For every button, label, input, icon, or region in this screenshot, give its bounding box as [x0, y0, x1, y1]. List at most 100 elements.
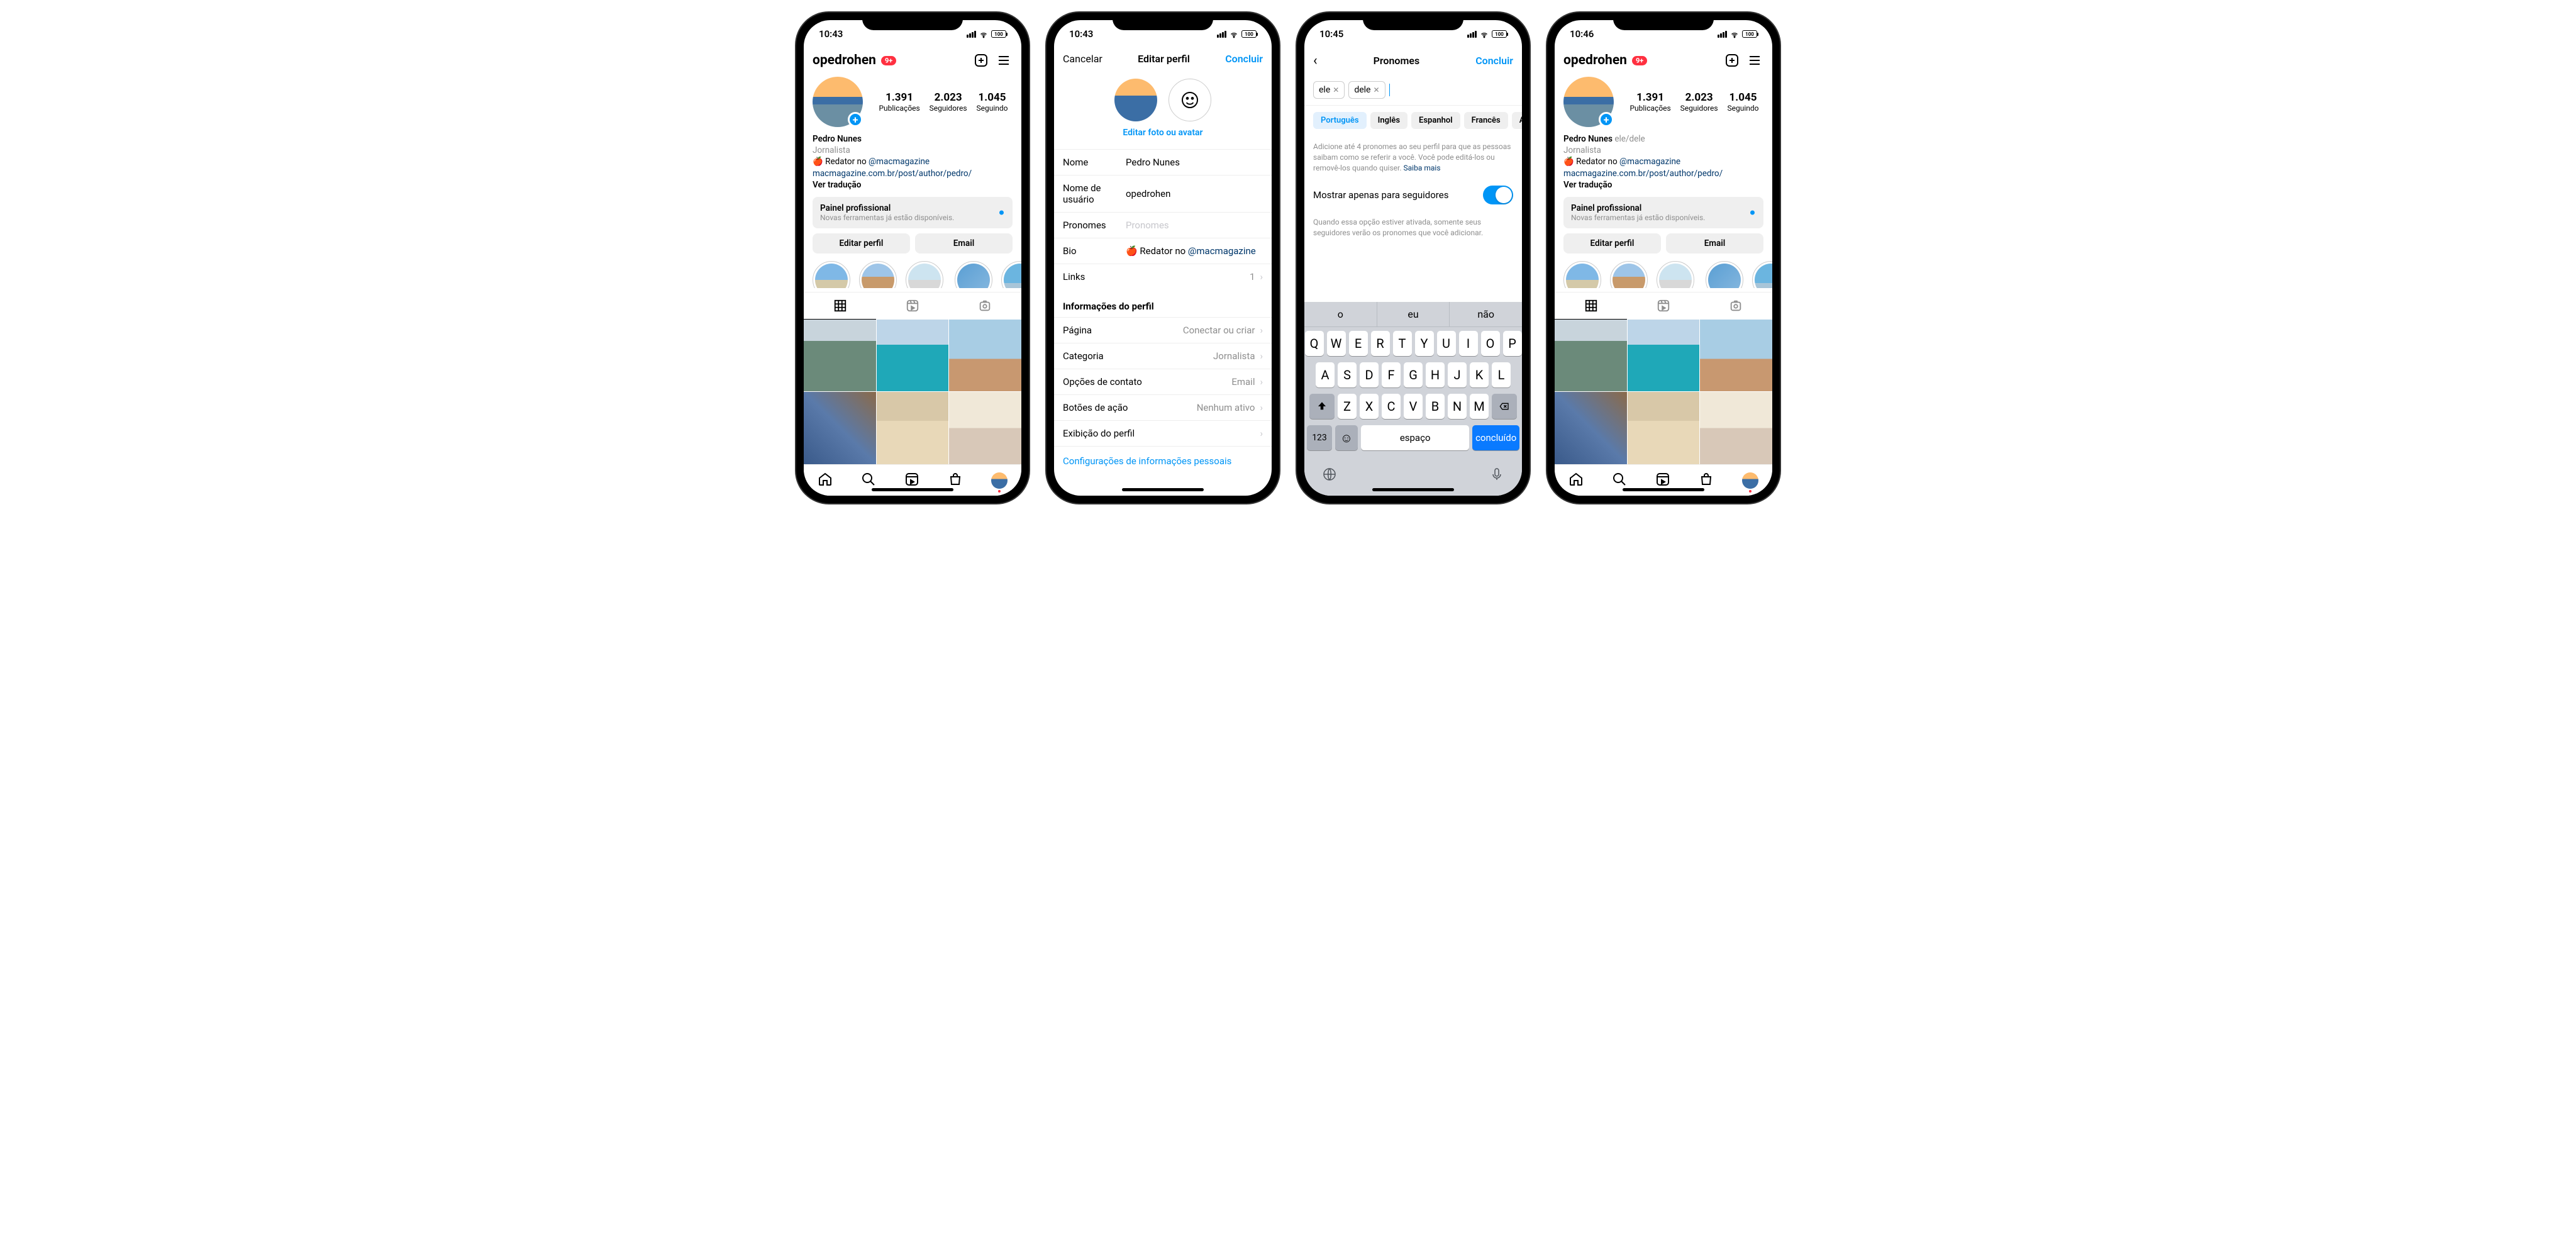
professional-panel[interactable]: Painel profissional Novas ferramentas já…: [1563, 197, 1763, 228]
home-icon[interactable]: [1568, 472, 1584, 489]
post-thumbnail[interactable]: [1628, 320, 1700, 392]
bio-mention[interactable]: @macmagazine: [1619, 157, 1680, 167]
language-chip[interactable]: Inglês: [1370, 112, 1407, 129]
key[interactable]: P: [1503, 331, 1522, 356]
search-icon[interactable]: [1612, 472, 1627, 489]
key[interactable]: N: [1448, 394, 1467, 419]
home-indicator[interactable]: [1623, 488, 1704, 491]
create-icon[interactable]: [972, 52, 990, 69]
username[interactable]: opedrohen: [813, 53, 876, 68]
home-icon[interactable]: [818, 472, 833, 489]
post-thumbnail[interactable]: [877, 392, 949, 464]
story-highlights[interactable]: Portugal IISpainUnited King...Portugal#S…: [1555, 253, 1772, 288]
post-thumbnail[interactable]: [804, 392, 876, 464]
email-button[interactable]: Email: [1666, 233, 1763, 253]
avatar[interactable]: +: [813, 77, 863, 127]
stat-following[interactable]: 1.045Seguindo: [977, 91, 1008, 113]
pronoun-chip[interactable]: dele ✕: [1348, 81, 1385, 99]
kb-suggestion[interactable]: eu: [1377, 302, 1450, 326]
field-pronouns[interactable]: PronomesPronomes: [1054, 212, 1272, 238]
post-thumbnail[interactable]: [1555, 320, 1627, 392]
story-item[interactable]: United King...: [906, 261, 946, 284]
key[interactable]: Y: [1415, 331, 1434, 356]
stat-followers[interactable]: 2.023Seguidores: [1680, 91, 1718, 113]
field-contact[interactable]: Opções de contatoEmail›: [1054, 369, 1272, 394]
field-username[interactable]: Nome de usuárioopedrohen: [1054, 175, 1272, 212]
avatar[interactable]: +: [1563, 77, 1614, 127]
home-indicator[interactable]: [872, 488, 953, 491]
field-name[interactable]: NomePedro Nunes: [1054, 149, 1272, 175]
key[interactable]: I: [1459, 331, 1478, 356]
profile-nav-icon[interactable]: [991, 472, 1008, 489]
key[interactable]: X: [1360, 394, 1379, 419]
key[interactable]: F: [1382, 362, 1401, 387]
key[interactable]: H: [1426, 362, 1445, 387]
email-button[interactable]: Email: [915, 233, 1013, 253]
back-button[interactable]: ‹: [1313, 53, 1318, 69]
notification-badge[interactable]: 9+: [881, 56, 896, 65]
create-icon[interactable]: [1723, 52, 1741, 69]
key[interactable]: K: [1470, 362, 1489, 387]
add-story-icon[interactable]: +: [1599, 112, 1614, 127]
field-bio[interactable]: Bio🍎 Redator no @macmagazine: [1054, 238, 1272, 264]
bio-url[interactable]: macmagazine.com.br/post/author/pedro/: [1563, 168, 1763, 179]
done-button[interactable]: Concluir: [1225, 53, 1263, 65]
personal-info-link[interactable]: Configurações de informações pessoais: [1054, 446, 1272, 467]
post-thumbnail[interactable]: [1555, 392, 1627, 464]
key[interactable]: R: [1371, 331, 1390, 356]
key[interactable]: E: [1349, 331, 1368, 356]
key[interactable]: Q: [1305, 331, 1324, 356]
key[interactable]: A: [1316, 362, 1335, 387]
key[interactable]: S: [1338, 362, 1357, 387]
username[interactable]: opedrohen: [1563, 53, 1627, 68]
shift-key[interactable]: [1309, 394, 1335, 419]
key[interactable]: C: [1382, 394, 1401, 419]
chip-remove-icon[interactable]: ✕: [1373, 86, 1379, 94]
mic-icon[interactable]: [1489, 467, 1504, 484]
learn-more-link[interactable]: Saiba mais: [1404, 164, 1441, 172]
search-icon[interactable]: [861, 472, 876, 489]
post-thumbnail[interactable]: [1700, 320, 1772, 392]
reels-nav-icon[interactable]: [1655, 472, 1670, 489]
language-chip[interactable]: Alem: [1512, 112, 1522, 129]
edit-profile-button[interactable]: Editar perfil: [813, 233, 910, 253]
field-links[interactable]: Links1›: [1054, 264, 1272, 289]
grid-tab[interactable]: [804, 292, 876, 320]
post-thumbnail[interactable]: [949, 392, 1021, 464]
reels-tab[interactable]: [1627, 292, 1699, 320]
post-thumbnail[interactable]: [1700, 392, 1772, 464]
keyboard[interactable]: oeunão QWERTYUIOP ASDFGHJKL ZXCVBNM 123 …: [1304, 302, 1522, 496]
grid-tab[interactable]: [1555, 292, 1627, 320]
key[interactable]: U: [1437, 331, 1456, 356]
field-action-buttons[interactable]: Botões de açãoNenhum ativo›: [1054, 394, 1272, 420]
key[interactable]: G: [1404, 362, 1423, 387]
notification-badge[interactable]: 9+: [1632, 56, 1647, 65]
key[interactable]: W: [1327, 331, 1346, 356]
pronoun-chip[interactable]: ele ✕: [1313, 81, 1345, 99]
story-item[interactable]: #Shot...: [1752, 261, 1772, 284]
story-item[interactable]: Portugal II: [1563, 261, 1601, 284]
home-indicator[interactable]: [1122, 488, 1204, 491]
story-item[interactable]: United King...: [1657, 261, 1697, 284]
chip-remove-icon[interactable]: ✕: [1333, 86, 1339, 94]
language-chip[interactable]: Português: [1313, 112, 1367, 129]
profile-nav-icon[interactable]: [1742, 472, 1758, 489]
edit-profile-button[interactable]: Editar perfil: [1563, 233, 1661, 253]
story-item[interactable]: Spain: [859, 261, 897, 284]
backspace-key[interactable]: [1492, 394, 1517, 419]
add-story-icon[interactable]: +: [848, 112, 863, 127]
field-page[interactable]: PáginaConectar ou criar›: [1054, 317, 1272, 343]
key[interactable]: L: [1492, 362, 1511, 387]
key[interactable]: B: [1426, 394, 1445, 419]
field-profile-display[interactable]: Exibição do perfil›: [1054, 420, 1272, 446]
stat-posts[interactable]: 1.391Publicações: [879, 91, 919, 113]
edit-photo-link[interactable]: Editar foto ou avatar: [1054, 128, 1272, 149]
bio-mention[interactable]: @macmagazine: [869, 157, 930, 167]
followers-only-toggle[interactable]: [1483, 186, 1513, 204]
emoji-key[interactable]: ☺: [1335, 425, 1358, 450]
menu-icon[interactable]: [1746, 52, 1763, 69]
post-thumbnail[interactable]: [877, 320, 949, 392]
shop-icon[interactable]: [1699, 472, 1714, 489]
reels-tab[interactable]: [876, 292, 948, 320]
key[interactable]: O: [1481, 331, 1500, 356]
